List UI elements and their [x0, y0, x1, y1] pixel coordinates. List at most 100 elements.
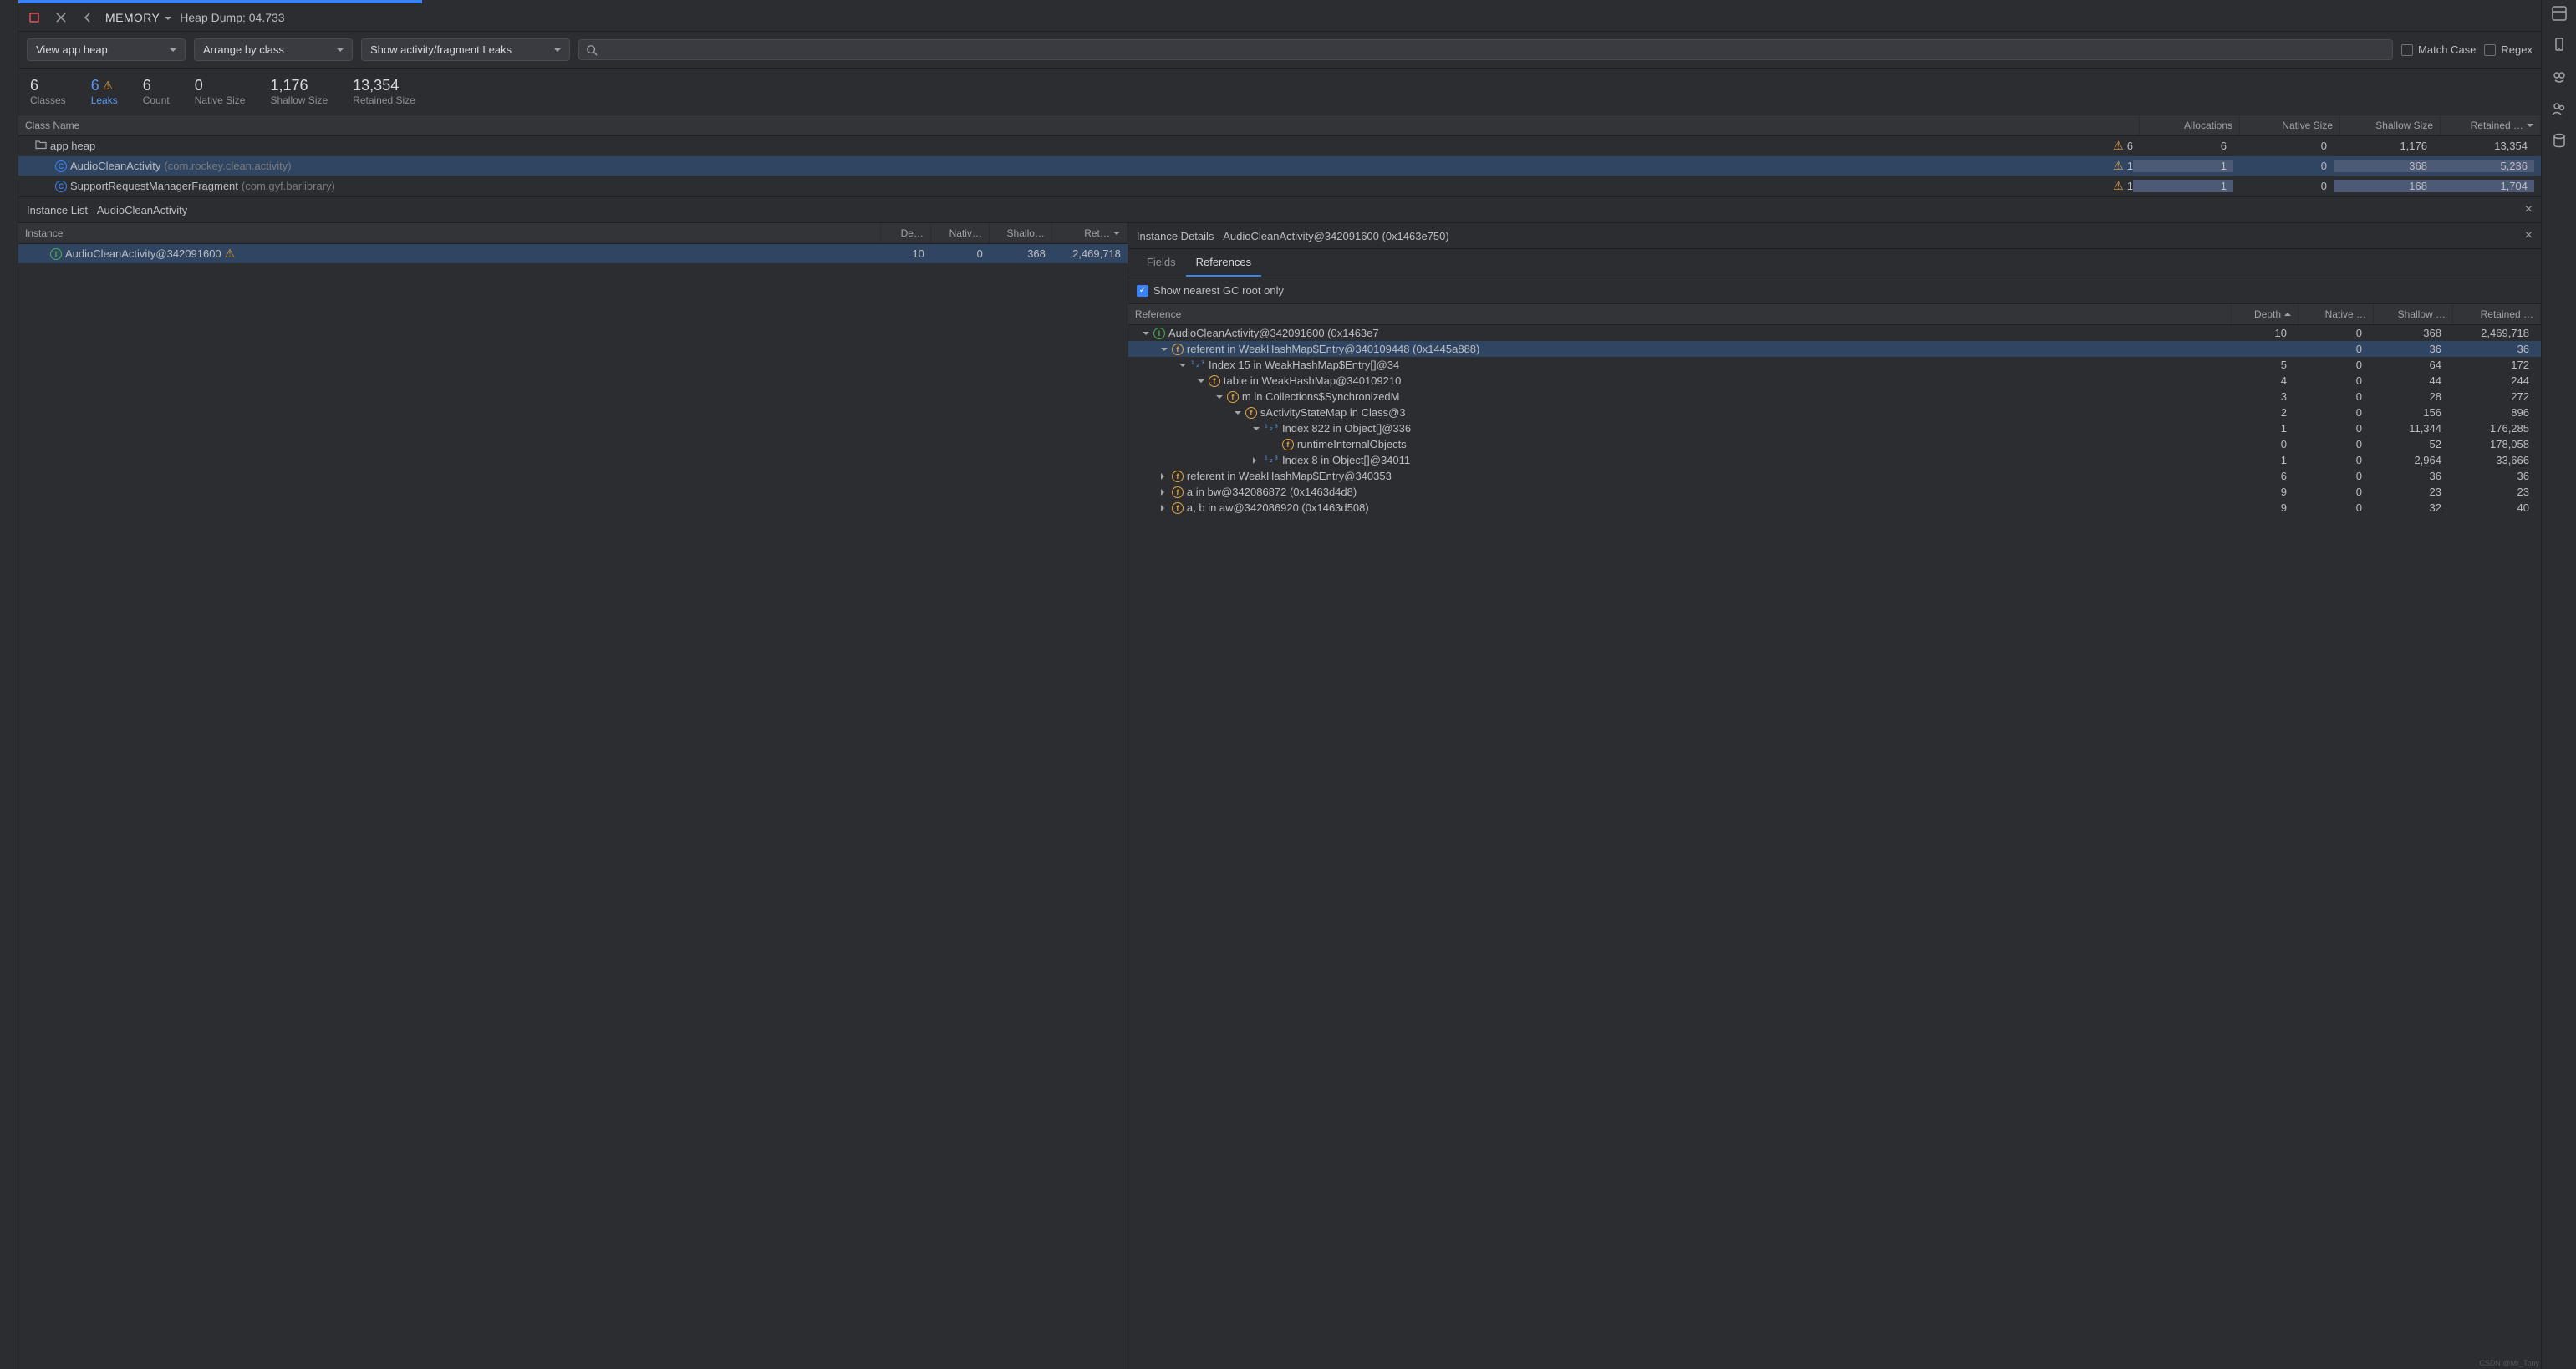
reference-row[interactable]: fa in bw@342086872 (0x1463d4d8)902323: [1128, 484, 2541, 500]
instance-list-panel: Instance De… Nativ… Shallo… Ret… IAudioC…: [18, 223, 1128, 1369]
header-shallow-size[interactable]: Shallow Size: [2340, 115, 2441, 135]
expand-chevron-icon[interactable]: [1234, 410, 1242, 416]
search-input[interactable]: [578, 39, 2393, 60]
header-reference[interactable]: Reference: [1128, 304, 2232, 324]
expand-chevron-icon[interactable]: [1160, 489, 1168, 496]
reference-row[interactable]: fruntimeInternalObjects0052178,058: [1128, 436, 2541, 452]
reference-row[interactable]: ¹₂³Index 8 in Object[]@34011102,96433,66…: [1128, 452, 2541, 468]
watermark: CSDN @Mr_Tony: [2479, 1359, 2539, 1367]
reference-row[interactable]: fa, b in aw@342086920 (0x1463d508)903240: [1128, 500, 2541, 516]
header-retained-size[interactable]: Retained …: [2441, 115, 2541, 135]
header-retained[interactable]: Ret…: [1052, 223, 1128, 243]
close-details-icon[interactable]: ×: [2525, 228, 2533, 243]
stat-classes: 6Classes: [30, 77, 66, 106]
field-icon: f: [1172, 344, 1184, 355]
class-icon: C: [55, 181, 67, 192]
header-ref-shallow[interactable]: Shallow …: [2374, 304, 2453, 324]
expand-chevron-icon[interactable]: [1179, 362, 1187, 369]
reference-row[interactable]: freferent in WeakHashMap$Entry@340109448…: [1128, 341, 2541, 357]
right-gutter: [2541, 0, 2576, 1369]
regex-checkbox[interactable]: Regex: [2484, 43, 2533, 56]
class-row[interactable]: CAudioCleanActivity (com.rockey.clean.ac…: [18, 156, 2541, 176]
class-grid-header: Class Name Allocations Native Size Shall…: [18, 115, 2541, 136]
nearest-gc-root-checkbox[interactable]: Show nearest GC root only: [1137, 284, 2533, 297]
copilot-icon[interactable]: [2551, 69, 2568, 85]
stat-native: 0Native Size: [195, 77, 246, 106]
database-icon[interactable]: [2551, 132, 2568, 149]
expand-chevron-icon[interactable]: [1215, 394, 1224, 400]
instance-details-panel: Instance Details - AudioCleanActivity@34…: [1128, 223, 2541, 1369]
class-row[interactable]: CSupportRequestManagerFragment (com.gyf.…: [18, 176, 2541, 196]
device-icon[interactable]: [2551, 37, 2568, 53]
instance-list-header: Instance List - AudioCleanActivity ×: [18, 196, 2541, 223]
header-shallow[interactable]: Shallo…: [990, 223, 1052, 243]
filter-bar: View app heap Arrange by class Show acti…: [18, 32, 2541, 69]
stop-icon[interactable]: [25, 8, 43, 27]
search-icon: [586, 44, 598, 56]
expand-chevron-icon[interactable]: [1252, 457, 1260, 464]
expand-chevron-icon[interactable]: [1252, 425, 1260, 432]
expand-chevron-icon[interactable]: [1160, 473, 1168, 480]
tab-fields[interactable]: Fields: [1137, 249, 1186, 277]
back-icon[interactable]: [79, 8, 97, 27]
memory-dropdown[interactable]: MEMORY: [105, 11, 171, 24]
class-icon: C: [55, 160, 67, 172]
regex-label: Regex: [2501, 43, 2533, 56]
instance-list-title: Instance List - AudioCleanActivity: [27, 204, 187, 216]
stat-leaks[interactable]: 6⚠Leaks: [91, 77, 118, 106]
reference-row[interactable]: ¹₂³Index 822 in Object[]@3361011,344176,…: [1128, 420, 2541, 436]
header-native-size[interactable]: Native Size: [2240, 115, 2340, 135]
close-instance-list-icon[interactable]: ×: [2525, 202, 2533, 217]
reference-row[interactable]: ¹₂³Index 15 in WeakHashMap$Entry[]@34506…: [1128, 357, 2541, 373]
header-depth[interactable]: De…: [881, 223, 931, 243]
field-icon: f: [1172, 471, 1184, 482]
view-heap-select[interactable]: View app heap: [27, 38, 186, 61]
expand-chevron-icon[interactable]: [1160, 505, 1168, 511]
toolbar: MEMORY Heap Dump: 04.733: [18, 3, 2541, 32]
header-class-name[interactable]: Class Name: [18, 115, 2140, 135]
left-gutter: [0, 0, 18, 1369]
reference-row[interactable]: IAudioCleanActivity@342091600 (0x1463e71…: [1128, 325, 2541, 341]
folder-icon: [35, 139, 47, 153]
field-icon: f: [1227, 391, 1239, 403]
tab-references[interactable]: References: [1186, 249, 1261, 277]
field-icon: f: [1172, 502, 1184, 514]
instance-icon: I: [50, 248, 62, 260]
reference-row[interactable]: ftable in WeakHashMap@3401092104044244: [1128, 373, 2541, 389]
stat-retained: 13,354Retained Size: [353, 77, 415, 106]
layout-icon[interactable]: [2551, 5, 2568, 22]
reference-row[interactable]: fsActivityStateMap in Class@320156896: [1128, 405, 2541, 420]
expand-chevron-icon[interactable]: [1142, 330, 1150, 337]
people-icon[interactable]: [2551, 100, 2568, 117]
class-row[interactable]: app heap⚠6601,17613,354: [18, 136, 2541, 156]
reference-row[interactable]: fm in Collections$SynchronizedM3028272: [1128, 389, 2541, 405]
close-icon[interactable]: [52, 8, 70, 27]
field-icon: f: [1209, 375, 1220, 387]
header-allocations[interactable]: Allocations: [2140, 115, 2240, 135]
progress-bar: [18, 0, 2541, 3]
field-icon: f: [1245, 407, 1257, 419]
header-ref-retained[interactable]: Retained …: [2453, 304, 2541, 324]
match-case-checkbox[interactable]: Match Case: [2401, 43, 2476, 56]
arrange-select[interactable]: Arrange by class: [194, 38, 353, 61]
header-instance[interactable]: Instance: [18, 223, 881, 243]
index-icon: ¹₂³: [1264, 424, 1279, 433]
field-icon: f: [1282, 439, 1294, 450]
stat-count: 6Count: [143, 77, 170, 106]
header-ref-depth[interactable]: Depth: [2232, 304, 2299, 324]
nearest-gc-root-label: Show nearest GC root only: [1153, 284, 1284, 297]
header-native[interactable]: Nativ…: [931, 223, 990, 243]
reference-row[interactable]: freferent in WeakHashMap$Entry@340353603…: [1128, 468, 2541, 484]
field-icon: f: [1172, 486, 1184, 498]
show-leaks-select[interactable]: Show activity/fragment Leaks: [361, 38, 570, 61]
search-field[interactable]: [603, 43, 2385, 56]
index-icon: ¹₂³: [1264, 455, 1279, 465]
expand-chevron-icon[interactable]: [1160, 346, 1168, 353]
header-ref-native[interactable]: Native …: [2299, 304, 2374, 324]
stat-shallow: 1,176Shallow Size: [270, 77, 328, 106]
summary-bar: 6Classes 6⚠Leaks 6Count 0Native Size 1,1…: [18, 69, 2541, 115]
match-case-label: Match Case: [2418, 43, 2476, 56]
expand-chevron-icon[interactable]: [1197, 378, 1205, 384]
index-icon: ¹₂³: [1190, 360, 1205, 369]
instance-row[interactable]: IAudioCleanActivity@342091600⚠1003682,46…: [18, 244, 1128, 264]
